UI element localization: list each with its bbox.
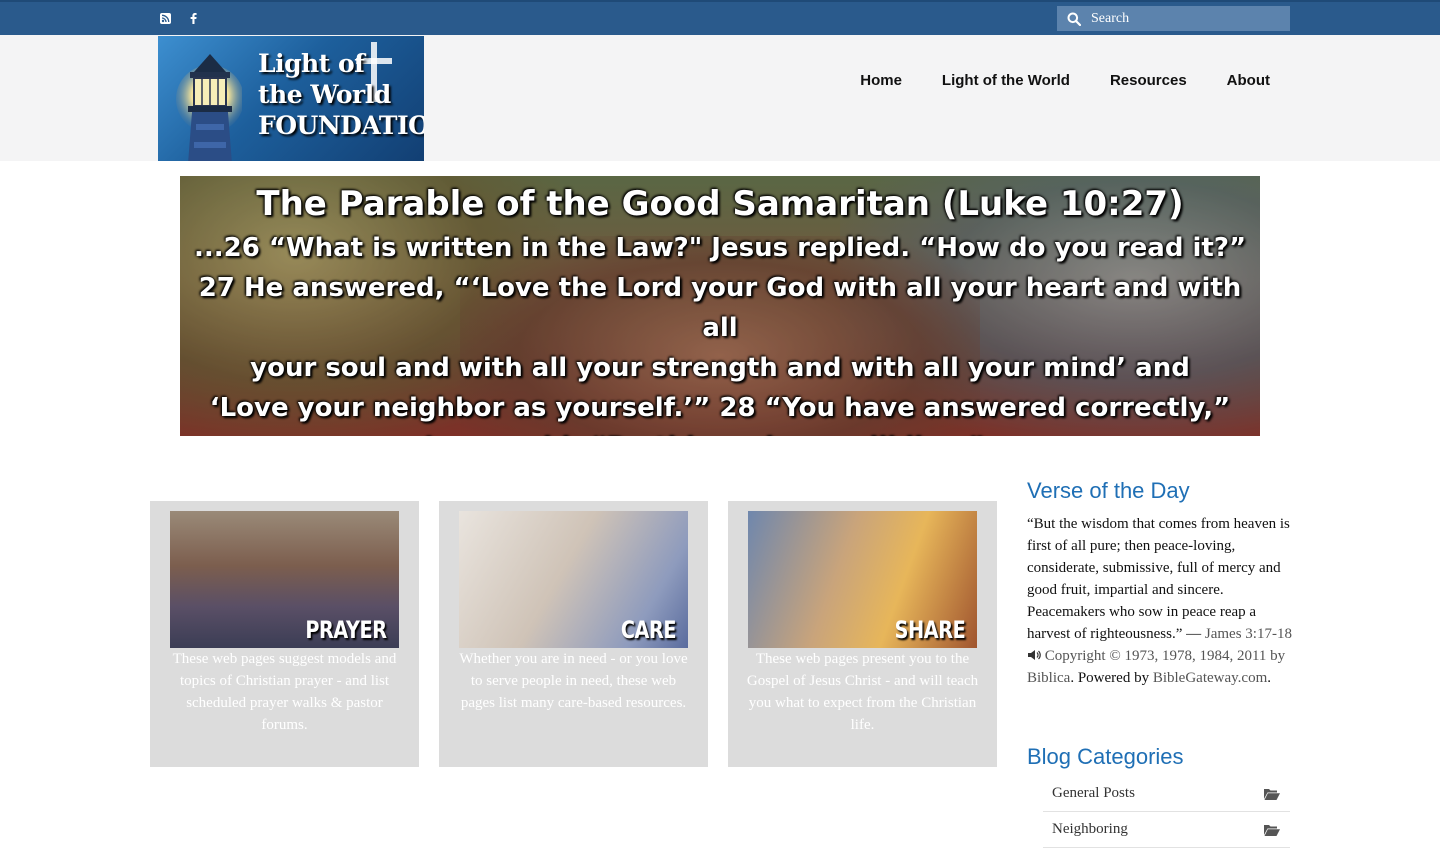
- top-bar: [0, 0, 1440, 35]
- lighthouse-icon: [176, 54, 242, 161]
- powered-suffix: .: [1267, 670, 1271, 686]
- card-label: CARE: [620, 616, 677, 644]
- verse-reference[interactable]: James 3:17-18: [1205, 626, 1292, 642]
- site-header: Light of the World FOUNDATION Home Light…: [0, 35, 1440, 161]
- banner-title: The Parable of the Good Samaritan (Luke …: [256, 184, 1184, 224]
- banner-line: ‘Love your neighbor as yourself.’” 28 “Y…: [209, 393, 1231, 423]
- card-label: PRAYER: [305, 616, 388, 644]
- site-logo[interactable]: Light of the World FOUNDATION: [158, 36, 424, 161]
- care-image[interactable]: CARE: [459, 511, 688, 648]
- logo-text: Light of the World FOUNDATION: [258, 48, 424, 141]
- folder-open-icon: [1264, 788, 1280, 800]
- search-icon[interactable]: [1057, 6, 1091, 31]
- facebook-icon[interactable]: [185, 10, 201, 26]
- card-share[interactable]: SHARE These web pages present you to the…: [728, 501, 997, 767]
- rss-icon[interactable]: [157, 10, 173, 26]
- prayer-image[interactable]: PRAYER: [170, 511, 399, 648]
- blog-categories-list: General Posts Neighboring: [1043, 776, 1290, 848]
- card-description: These web pages present you to the Gospe…: [746, 651, 979, 733]
- main-nav: Home Light of the World Resources About: [860, 72, 1270, 89]
- card-description: These web pages suggest models and topic…: [172, 651, 397, 733]
- card-description: Whether you are in need - or you love to…: [459, 651, 688, 711]
- category-item[interactable]: Neighboring: [1043, 812, 1290, 848]
- banner-line: 27 He answered, “‘Love the Lord your God…: [198, 273, 1242, 343]
- banner-line: your soul and with all your strength and…: [250, 353, 1190, 383]
- search-input[interactable]: [1091, 10, 1281, 27]
- card-care[interactable]: CARE Whether you are in need - or you lo…: [439, 501, 708, 767]
- audio-icon[interactable]: [1027, 649, 1041, 661]
- nav-about[interactable]: About: [1227, 72, 1270, 89]
- verse-heading: Verse of the Day: [1027, 478, 1190, 503]
- category-item[interactable]: General Posts: [1043, 776, 1290, 812]
- banner-line: Jesus said. “Do this and you will live.”…: [180, 428, 1260, 436]
- card-label: SHARE: [894, 616, 965, 644]
- biblegateway-link[interactable]: BibleGateway.com: [1153, 670, 1267, 686]
- banner-text: The Parable of the Good Samaritan (Luke …: [180, 180, 1260, 436]
- nav-home[interactable]: Home: [860, 72, 902, 89]
- hero-banner: The Parable of the Good Samaritan (Luke …: [180, 176, 1260, 436]
- logo-line: FOUNDATION: [258, 111, 424, 140]
- powered-by-text: . Powered by: [1070, 670, 1150, 686]
- search-box: [1057, 6, 1290, 31]
- social-links: [157, 10, 201, 26]
- logo-line: the World: [258, 80, 391, 109]
- folder-open-icon: [1264, 824, 1280, 836]
- category-label: Neighboring: [1052, 821, 1128, 837]
- category-label: General Posts: [1052, 785, 1135, 801]
- card-prayer[interactable]: PRAYER These web pages suggest models an…: [150, 501, 419, 767]
- share-image[interactable]: SHARE: [748, 511, 977, 648]
- nav-resources[interactable]: Resources: [1110, 72, 1187, 89]
- banner-line: ...26 “What is written in the Law?" Jesu…: [193, 233, 1247, 263]
- verse-of-the-day: “But the wisdom that comes from heaven i…: [1027, 513, 1292, 689]
- verse-text: “But the wisdom that comes from heaven i…: [1027, 516, 1290, 642]
- nav-light-of-the-world[interactable]: Light of the World: [942, 72, 1070, 89]
- logo-line: Light of: [258, 49, 365, 78]
- blog-categories-heading: Blog Categories: [1027, 744, 1184, 769]
